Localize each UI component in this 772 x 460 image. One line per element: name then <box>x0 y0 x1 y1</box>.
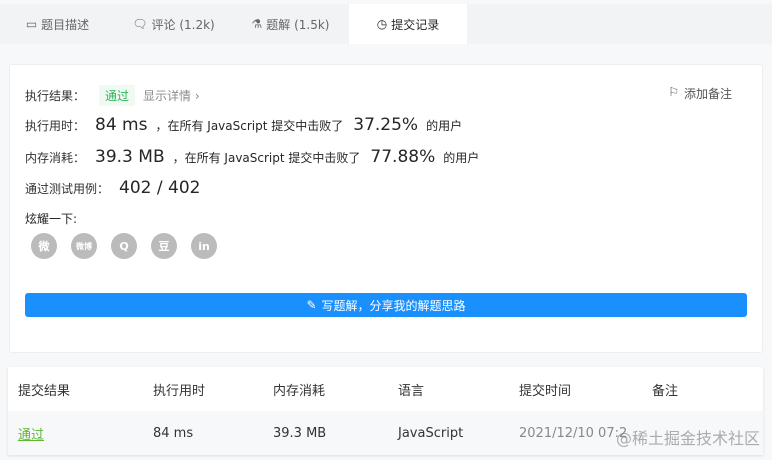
header-language: 语言 <box>398 383 425 399</box>
comment-icon: 🗨 <box>132 17 148 31</box>
header-memory: 内存消耗 <box>273 383 326 399</box>
runtime-text: ，在所有 JavaScript 提交中击败了 <box>155 118 344 133</box>
memory-percent: 77.88% <box>370 147 436 167</box>
share-label: 炫耀一下: <box>25 212 78 226</box>
tab-bar: ▭ 题目描述 🗨 评论 (1.2k) ⚗ 题解 (1.5k) ◷ 提交记录 <box>0 4 772 44</box>
pencil-icon: ✎ <box>306 298 317 312</box>
social-share: 微 微博 Q 豆 in <box>31 233 217 259</box>
flag-icon: ⚐ <box>668 85 679 99</box>
tab-comments[interactable]: 🗨 评论 (1.2k) <box>115 4 232 44</box>
weibo-icon[interactable]: 微博 <box>71 233 97 259</box>
result-label: 执行结果： <box>25 89 86 103</box>
status-badge: 通过 <box>99 85 136 106</box>
users-text: 的用户 <box>426 118 463 133</box>
memory-label: 内存消耗： <box>25 150 86 165</box>
tests-value: 402 / 402 <box>119 178 201 198</box>
tab-solutions[interactable]: ⚗ 题解 (1.5k) <box>232 4 349 44</box>
description-icon: ▭ <box>25 17 38 31</box>
douban-icon[interactable]: 豆 <box>151 233 177 259</box>
row-language: JavaScript <box>398 425 464 441</box>
flask-icon: ⚗ <box>251 17 263 31</box>
tab-description[interactable]: ▭ 题目描述 <box>0 4 115 44</box>
runtime-label: 执行用时： <box>25 118 86 133</box>
watermark: @稀土掘金技术社区 <box>615 429 760 448</box>
memory-value: 39.3 MB <box>95 147 165 167</box>
linkedin-icon[interactable]: in <box>191 233 217 259</box>
runtime-value: 84 ms <box>95 115 148 135</box>
tab-submissions[interactable]: ◷ 提交记录 <box>349 4 467 44</box>
header-runtime: 执行用时 <box>153 383 206 399</box>
row-status-link[interactable]: 通过 <box>8 424 153 443</box>
table-header: 提交结果 执行用时 内存消耗 语言 提交时间 备注 <box>8 367 763 411</box>
tests-label: 通过测试用例： <box>25 181 110 196</box>
show-details-link[interactable]: 显示详情 › <box>143 87 200 104</box>
qq-icon[interactable]: Q <box>111 233 137 259</box>
wechat-icon[interactable]: 微 <box>31 233 57 259</box>
row-runtime: 84 ms <box>153 425 194 441</box>
header-status: 提交结果 <box>18 383 71 399</box>
row-memory: 39.3 MB <box>273 425 327 441</box>
users-text: 的用户 <box>443 150 480 165</box>
clock-icon: ◷ <box>376 17 388 31</box>
header-time: 提交时间 <box>519 383 572 399</box>
memory-text: ，在所有 JavaScript 提交中击败了 <box>172 150 361 165</box>
runtime-percent: 37.25% <box>353 115 419 135</box>
add-note-button[interactable]: ⚐ 添加备注 <box>668 85 732 102</box>
result-card: 执行结果： 通过 显示详情 › ⚐ 添加备注 执行用时： 84 ms ，在所有 JavaS… <box>9 64 763 353</box>
write-solution-button[interactable]: ✎ 写题解，分享我的解题思路 <box>25 293 747 317</box>
header-note: 备注 <box>652 383 679 399</box>
